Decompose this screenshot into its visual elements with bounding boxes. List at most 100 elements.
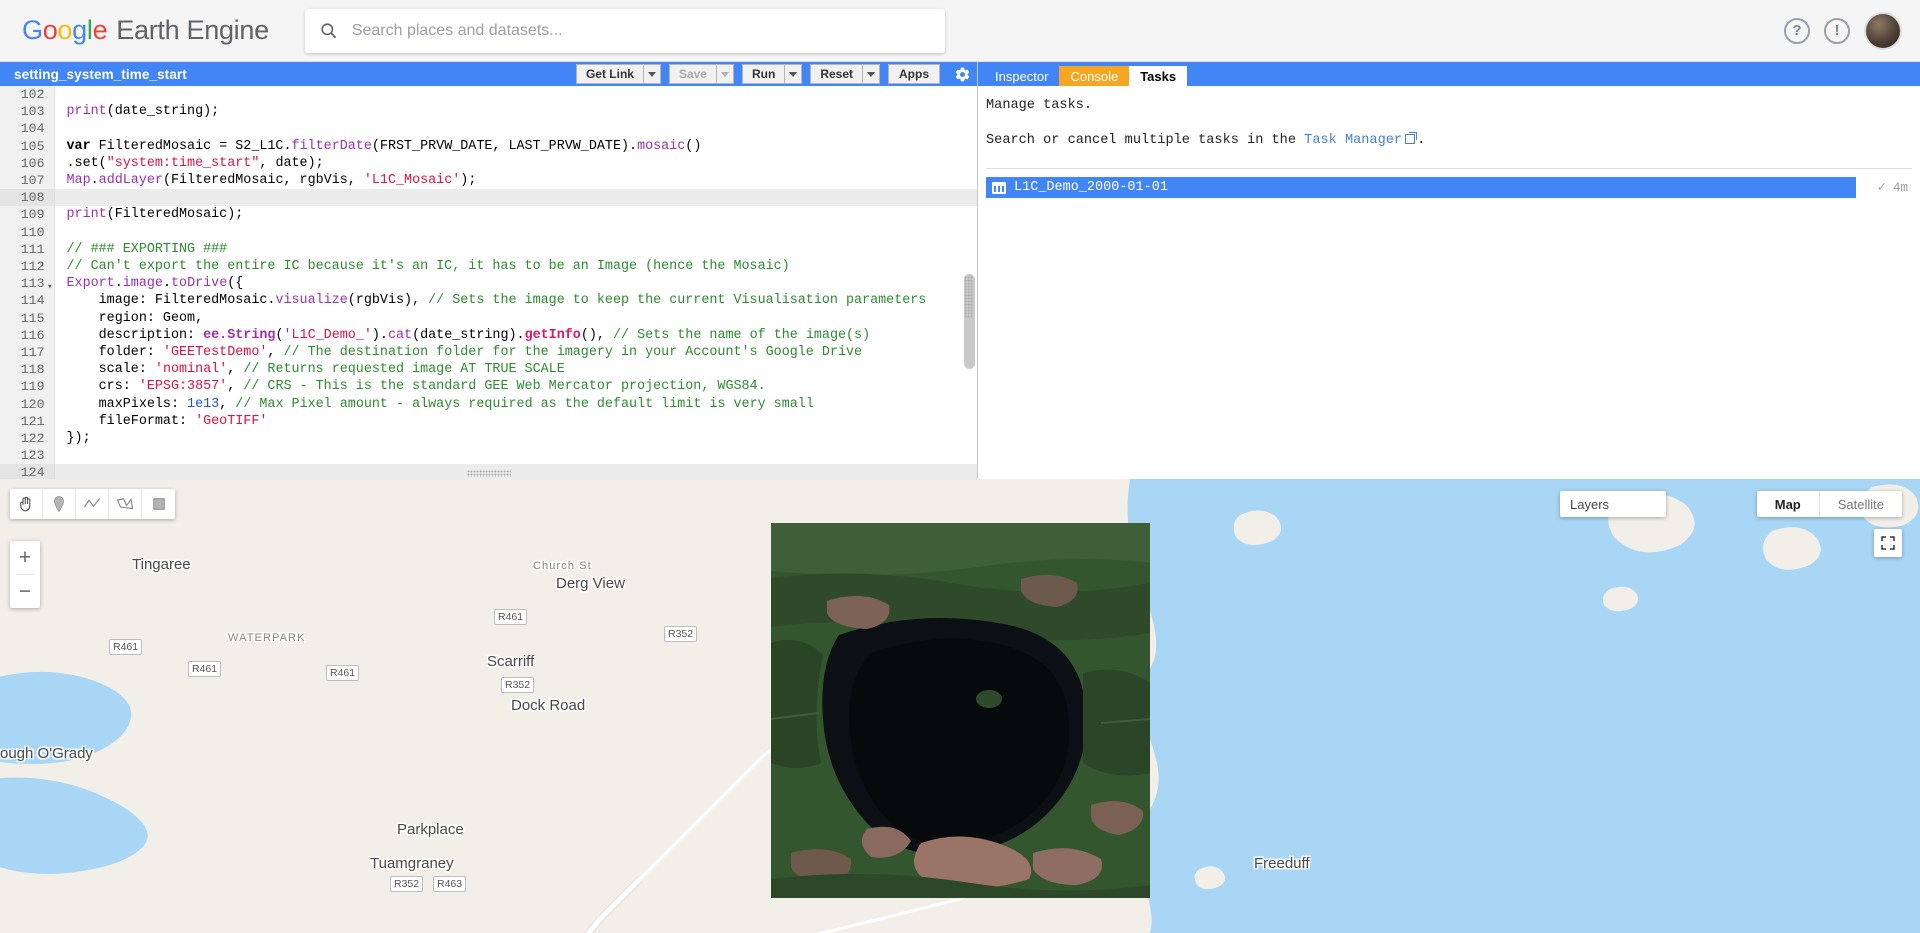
line-number: 119	[0, 378, 54, 396]
save-button[interactable]: Save	[668, 64, 717, 84]
panel-divider	[986, 168, 1912, 169]
code-text: // ### EXPORTING ###	[53, 240, 977, 259]
line-number: 120	[0, 395, 54, 413]
road-shield: R352	[664, 626, 698, 642]
reset-button[interactable]: Reset	[810, 64, 863, 84]
apps-button[interactable]: Apps	[888, 64, 940, 84]
line-number: 108	[0, 189, 54, 207]
code-text: print(FilteredMosaic);	[53, 206, 977, 224]
code-text: crs: 'EPSG:3857', // CRS - This is the s…	[53, 378, 977, 396]
task-name: L1C_Demo_2000-01-01	[1014, 180, 1168, 195]
code-text	[53, 464, 977, 479]
code-line: 120 maxPixels: 1e13, // Max Pixel amount…	[0, 395, 977, 413]
search-input[interactable]	[351, 21, 931, 40]
get-link-dropdown[interactable]	[643, 64, 661, 84]
search-bar[interactable]	[304, 8, 945, 53]
horizontal-splitter-handle[interactable]	[466, 470, 511, 477]
line-number: 113 ▾	[0, 275, 54, 293]
line-number: 105	[0, 137, 54, 155]
tab-console[interactable]: Console	[1059, 66, 1130, 86]
task-manager-line: Search or cancel multiple tasks in the T…	[986, 132, 1920, 148]
line-number: 117	[0, 344, 54, 362]
code-text: .set("system:time_start", date);	[53, 154, 977, 173]
rectangle-icon[interactable]	[142, 489, 175, 519]
road-shield: R461	[109, 639, 143, 655]
code-text: fileFormat: 'GeoTIFF'	[53, 412, 977, 431]
polygon-icon[interactable]	[109, 489, 142, 519]
gear-icon[interactable]	[951, 63, 973, 85]
code-text: scale: 'nominal', // Returns requested i…	[53, 361, 977, 379]
editor-toolbar-buttons: Get Link Save Run Reset Apps	[575, 63, 973, 85]
save-dropdown[interactable]	[716, 64, 734, 84]
task-manager-suffix: .	[1417, 133, 1426, 148]
task-row[interactable]: L1C_Demo_2000-01-01	[986, 177, 1856, 198]
code-text: folder: 'GEETestDemo', // The destinatio…	[53, 344, 977, 362]
code-text: maxPixels: 1e13, // Max Pixel amount - a…	[53, 395, 977, 413]
code-line: 102	[0, 86, 977, 104]
code-text: region: Geom,	[53, 309, 977, 327]
external-link-icon	[1405, 132, 1418, 144]
code-line: 117 folder: 'GEETestDemo', // The destin…	[0, 344, 977, 362]
code-lines: 102 103 print(date_string); 104 105 var Fil…	[0, 86, 977, 479]
avatar[interactable]	[1864, 11, 1902, 50]
zoom-in-button[interactable]: +	[10, 541, 40, 574]
code-line: 106 .set("system:time_start", date);	[0, 154, 977, 173]
tab-inspector[interactable]: Inspector	[984, 66, 1059, 86]
code-text	[53, 189, 977, 207]
code-editor-pane: setting_system_time_start Get Link Save …	[0, 62, 978, 479]
code-line: 104	[0, 120, 977, 138]
line-number: 116	[0, 326, 54, 345]
logo-product-name: Earth Engine	[116, 15, 269, 45]
code-text	[53, 447, 977, 465]
run-group: Run	[741, 64, 803, 84]
editor-vertical-scrollbar[interactable]	[964, 114, 975, 419]
zoom-out-button[interactable]: −	[10, 575, 40, 608]
get-link-group: Get Link	[575, 64, 661, 84]
code-area[interactable]: 102 103 print(date_string); 104 105 var Fil…	[0, 86, 977, 479]
line-number: 104	[0, 120, 54, 138]
code-line: 108	[0, 189, 977, 207]
help-button[interactable]: ?	[1784, 17, 1810, 44]
map-view[interactable]: Tingaree Derg View WATERPARK Scarriff Dock R…	[0, 479, 1920, 933]
tab-tasks[interactable]: Tasks	[1129, 66, 1188, 86]
task-manager-link[interactable]: Task Manager	[1304, 133, 1402, 148]
fullscreen-icon[interactable]	[1874, 529, 1902, 557]
maptype-satellite-button[interactable]: Satellite	[1820, 491, 1902, 517]
code-text: print(date_string);	[53, 103, 977, 121]
code-text: var FilteredMosaic = S2_L1C.filterDate(F…	[53, 137, 977, 155]
road-shield: R461	[188, 661, 222, 677]
editor-resize-handle[interactable]	[964, 276, 973, 318]
line-number: 111	[0, 240, 54, 259]
map-type-switch: Map Satellite	[1756, 491, 1902, 517]
polyline-icon[interactable]	[76, 489, 109, 519]
drawing-tools-toolbar	[10, 489, 175, 519]
line-number: 107	[0, 172, 54, 190]
road-shield: R461	[494, 609, 528, 625]
code-line: 123	[0, 447, 977, 465]
top-bar-actions: ? !	[1784, 11, 1902, 50]
layers-button[interactable]: Layers	[1560, 491, 1666, 517]
app-logo: Google Earth Engine	[22, 15, 269, 45]
marker-pin-icon[interactable]	[43, 489, 76, 519]
line-number: 121	[0, 412, 54, 431]
run-dropdown[interactable]	[785, 64, 803, 84]
pan-hand-icon[interactable]	[10, 489, 43, 519]
code-line: 114 image: FilteredMosaic.visualize(rgbV…	[0, 292, 977, 310]
top-bar: Google Earth Engine ? !	[0, 0, 1920, 62]
road-shield: R463	[433, 876, 467, 892]
code-text	[53, 86, 977, 104]
panel-tabbar: Inspector Console Tasks	[978, 62, 1920, 86]
code-text: Map.addLayer(FilteredMosaic, rgbVis, 'L1…	[53, 172, 977, 190]
get-link-button[interactable]: Get Link	[575, 64, 644, 84]
task-elapsed: 4m	[1892, 180, 1908, 195]
run-button[interactable]: Run	[741, 64, 786, 84]
maptype-map-button[interactable]: Map	[1757, 491, 1820, 517]
road-shield: R461	[326, 665, 360, 681]
code-line: 107 Map.addLayer(FilteredMosaic, rgbVis, …	[0, 172, 977, 190]
code-line: 111// ### EXPORTING ###	[0, 240, 977, 259]
image-task-icon	[992, 181, 1006, 194]
editor-toolbar: setting_system_time_start Get Link Save …	[0, 62, 977, 86]
reset-dropdown[interactable]	[863, 64, 880, 84]
line-number: 112	[0, 258, 54, 276]
feedback-button[interactable]: !	[1824, 17, 1850, 44]
